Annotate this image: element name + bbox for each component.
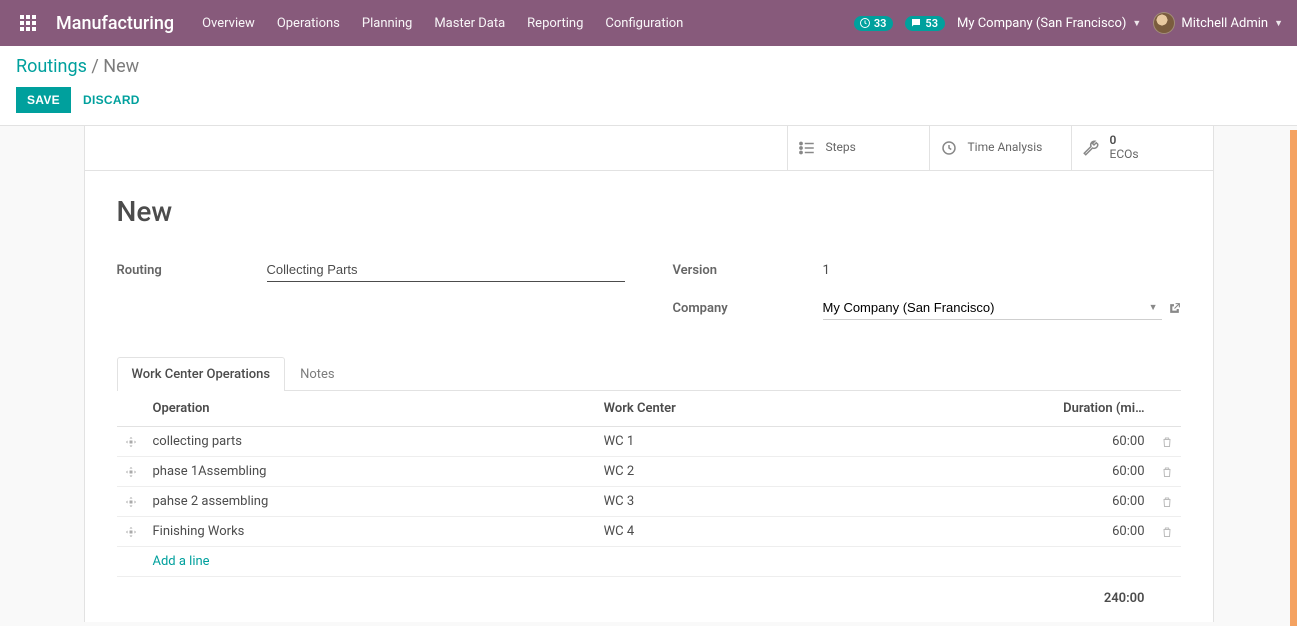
version-value: 1 (823, 259, 1181, 282)
company-name: My Company (San Francisco) (957, 16, 1126, 31)
delete-row-icon[interactable] (1153, 487, 1181, 517)
tabs: Work Center Operations Notes (117, 356, 1181, 391)
stat-steps[interactable]: Steps (787, 126, 929, 170)
tab-work-center-operations[interactable]: Work Center Operations (117, 357, 286, 391)
chevron-down-icon[interactable]: ▼ (1145, 302, 1162, 313)
top-navbar: Manufacturing Overview Operations Planni… (0, 0, 1297, 46)
nav-configuration[interactable]: Configuration (595, 2, 693, 45)
activity-count: 33 (874, 17, 887, 30)
stat-time-label: Time Analysis (968, 141, 1043, 155)
avatar (1153, 12, 1175, 34)
form-sheet: Steps Time Analysis 0ECOs New Rout (84, 126, 1214, 622)
company-label: Company (673, 301, 823, 316)
messages-count: 53 (925, 17, 938, 30)
nav-operations[interactable]: Operations (267, 2, 350, 45)
save-button[interactable]: Save (16, 87, 71, 113)
chat-icon (910, 17, 922, 29)
cell-work-center: WC 4 (596, 517, 1043, 547)
breadcrumb-sep: / (91, 56, 98, 77)
systray: 33 53 My Company (San Francisco) ▼ Mitch… (854, 12, 1289, 34)
table-row[interactable]: Finishing WorksWC 460:00 (117, 517, 1181, 547)
nav-reporting[interactable]: Reporting (517, 2, 593, 45)
drag-handle-icon[interactable] (117, 457, 145, 487)
page-title: New (117, 195, 1181, 228)
drag-handle-icon[interactable] (117, 427, 145, 457)
cell-operation: collecting parts (145, 427, 596, 457)
add-line-link[interactable]: Add a line (153, 554, 210, 569)
nav-planning[interactable]: Planning (352, 2, 422, 45)
cell-duration: 60:00 (1043, 517, 1153, 547)
messages-badge[interactable]: 53 (905, 16, 945, 31)
stat-ecos-label: ECOs (1110, 147, 1139, 161)
cell-work-center: WC 3 (596, 487, 1043, 517)
breadcrumb-current: New (103, 56, 139, 77)
cell-duration: 60:00 (1043, 427, 1153, 457)
table-row[interactable]: pahse 2 assemblingWC 360:00 (117, 487, 1181, 517)
total-duration: 240:00 (1043, 577, 1153, 614)
cell-operation: pahse 2 assembling (145, 487, 596, 517)
routing-label: Routing (117, 263, 267, 278)
chevron-down-icon: ▼ (1274, 18, 1283, 29)
user-name: Mitchell Admin (1181, 16, 1268, 31)
col-duration: Duration (mi… (1043, 391, 1153, 427)
nav-menu: Overview Operations Planning Master Data… (192, 2, 693, 45)
table-row[interactable]: phase 1AssemblingWC 260:00 (117, 457, 1181, 487)
control-panel: Routings / New Save Discard (0, 46, 1297, 126)
routing-input[interactable] (267, 258, 625, 282)
company-select[interactable]: ▼ (823, 296, 1162, 320)
apps-icon[interactable] (8, 0, 48, 46)
cell-work-center: WC 2 (596, 457, 1043, 487)
company-switcher[interactable]: My Company (San Francisco) ▼ (957, 16, 1141, 31)
nav-master-data[interactable]: Master Data (424, 2, 515, 45)
drag-handle-icon[interactable] (117, 487, 145, 517)
company-input[interactable] (823, 296, 1145, 319)
stat-ecos-count: 0 (1110, 133, 1117, 147)
delete-row-icon[interactable] (1153, 427, 1181, 457)
clock-icon (859, 17, 871, 29)
col-work-center: Work Center (596, 391, 1043, 427)
stat-ecos[interactable]: 0ECOs (1071, 126, 1213, 170)
cell-work-center: WC 1 (596, 427, 1043, 457)
chevron-down-icon: ▼ (1132, 18, 1141, 29)
cell-duration: 60:00 (1043, 457, 1153, 487)
activity-badge[interactable]: 33 (854, 16, 894, 31)
delete-row-icon[interactable] (1153, 517, 1181, 547)
app-brand[interactable]: Manufacturing (56, 13, 174, 34)
drag-handle-icon[interactable] (117, 517, 145, 547)
breadcrumb-root[interactable]: Routings (16, 56, 87, 77)
cell-operation: Finishing Works (145, 517, 596, 547)
operations-table: Operation Work Center Duration (mi… coll… (117, 391, 1181, 613)
col-operation: Operation (145, 391, 596, 427)
stat-time-analysis[interactable]: Time Analysis (929, 126, 1071, 170)
cell-duration: 60:00 (1043, 487, 1153, 517)
form-view: Steps Time Analysis 0ECOs New Rout (0, 126, 1297, 622)
discard-button[interactable]: Discard (83, 93, 140, 107)
list-icon (798, 139, 818, 157)
cell-operation: phase 1Assembling (145, 457, 596, 487)
version-label: Version (673, 263, 823, 278)
stat-steps-label: Steps (826, 141, 856, 155)
external-link-icon[interactable] (1168, 302, 1181, 315)
breadcrumb: Routings / New (16, 56, 1281, 77)
nav-overview[interactable]: Overview (192, 2, 265, 45)
wrench-icon (1082, 139, 1102, 157)
user-menu[interactable]: Mitchell Admin ▼ (1153, 12, 1283, 34)
clock-icon (940, 139, 960, 157)
table-row[interactable]: collecting partsWC 160:00 (117, 427, 1181, 457)
tab-notes[interactable]: Notes (285, 357, 350, 391)
stat-buttons: Steps Time Analysis 0ECOs (85, 126, 1213, 171)
delete-row-icon[interactable] (1153, 457, 1181, 487)
scroll-indicator (1290, 130, 1297, 626)
